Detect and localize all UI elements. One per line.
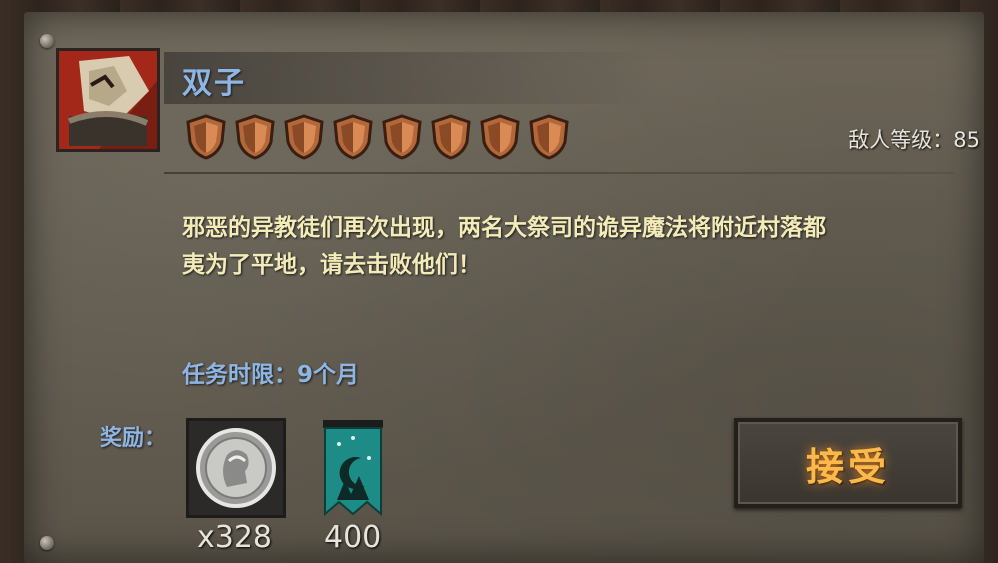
quest-description: 邪恶的异教徒们再次出现，两名大祭司的诡异魔法将附近村落都 夷为了平地，请去击败他… bbox=[182, 210, 972, 284]
reward-item-coin[interactable] bbox=[186, 418, 286, 518]
silver-coin-icon bbox=[196, 428, 276, 508]
divider bbox=[164, 172, 954, 174]
accept-button[interactable]: 接受 bbox=[734, 418, 962, 508]
quest-time-limit: 任务时限：9个月 bbox=[182, 362, 360, 388]
shield-icon bbox=[284, 114, 324, 160]
shield-icon bbox=[480, 114, 520, 160]
shield-icon bbox=[186, 114, 226, 160]
description-line: 邪恶的异教徒们再次出现，两名大祭司的诡异魔法将附近村落都 bbox=[182, 215, 826, 241]
enemy-portrait bbox=[56, 48, 160, 152]
teal-banner-icon bbox=[323, 420, 383, 517]
shield-icon bbox=[235, 114, 275, 160]
shield-icon bbox=[333, 114, 373, 160]
reward-item-banner[interactable] bbox=[321, 420, 385, 517]
reward-quantity: 400 bbox=[324, 520, 382, 555]
accept-button-label: 接受 bbox=[805, 444, 890, 489]
shield-icon bbox=[529, 114, 569, 160]
reward-quantity: x328 bbox=[197, 520, 273, 555]
shield-icon bbox=[382, 114, 422, 160]
quest-title: 双子 bbox=[182, 66, 246, 101]
description-line: 夷为了平地，请去击败他们！ bbox=[182, 252, 481, 278]
nail-icon bbox=[40, 34, 54, 48]
rewards-label: 奖励： bbox=[100, 426, 167, 451]
difficulty-shields bbox=[184, 114, 571, 160]
nail-icon bbox=[40, 536, 54, 550]
enemy-level: 敌人等级：85 bbox=[848, 128, 980, 152]
shield-icon bbox=[431, 114, 471, 160]
